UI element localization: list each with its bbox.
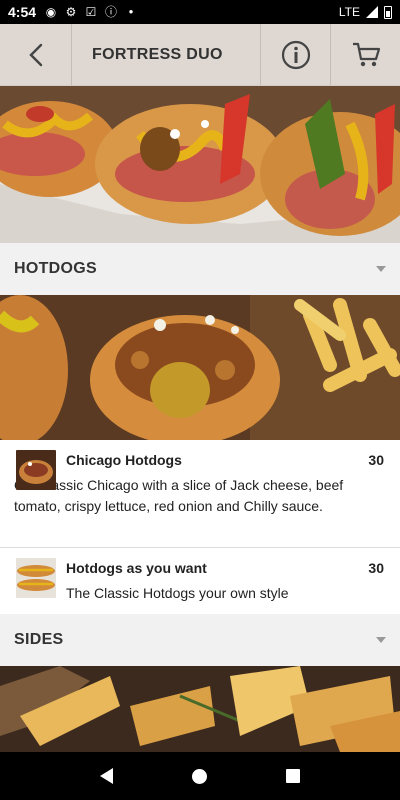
system-nav-bar xyxy=(0,752,400,800)
item-name: Chicago Hotdogs xyxy=(66,452,182,468)
item-description: Our classic Chicago with a slice of Jack… xyxy=(14,477,344,514)
info-icon: ⓘ xyxy=(105,5,118,19)
item-name: Hotdogs as you want xyxy=(66,560,207,576)
gear-icon: ⚙ xyxy=(65,5,77,19)
section-header-hotdogs[interactable]: HOTDOGS xyxy=(0,243,400,295)
section-label: HOTDOGS xyxy=(14,260,97,277)
menu-item-chicago-hotdogs[interactable]: Chicago Hotdogs 30 Our classic Chicago w… xyxy=(0,440,400,548)
info-button[interactable] xyxy=(260,24,330,85)
section-header-sides[interactable]: SIDES xyxy=(0,614,400,666)
cart-button[interactable] xyxy=(330,24,400,85)
back-triangle-icon[interactable] xyxy=(99,768,113,784)
section-image-sides xyxy=(0,666,400,752)
cart-icon xyxy=(352,42,380,66)
item-price: 30 xyxy=(368,452,384,468)
signal-icon xyxy=(366,6,378,18)
section-image-hotdogs xyxy=(0,295,400,440)
battery-icon xyxy=(384,5,392,19)
store-title: FORTRESS DUO xyxy=(92,45,223,63)
back-button[interactable] xyxy=(0,24,72,85)
item-description: The Classic Hotdogs your own style xyxy=(66,585,289,601)
app-header: FORTRESS DUO xyxy=(0,24,400,86)
status-time: 4:54 xyxy=(8,4,37,20)
section-label: SIDES xyxy=(14,631,64,648)
dot-icon: ● xyxy=(128,7,134,16)
item-thumbnail xyxy=(16,558,56,598)
chevron-left-icon xyxy=(28,43,42,66)
notification-icon: ◉ xyxy=(45,5,57,19)
item-price: 30 xyxy=(368,560,384,576)
caret-down-icon xyxy=(376,266,386,272)
menu-item-hotdogs-as-you-want[interactable]: Hotdogs as you want 30 The Classic Hotdo… xyxy=(0,548,400,614)
recents-square-icon[interactable] xyxy=(286,769,301,783)
home-circle-icon[interactable] xyxy=(191,768,207,784)
caret-down-icon xyxy=(376,637,386,643)
network-label: LTE xyxy=(338,5,360,19)
info-circle-icon xyxy=(281,40,310,69)
clipboard-check-icon: ☑ xyxy=(85,5,97,19)
status-bar: 4:54 ◉ ⚙ ☑ ⓘ ● LTE xyxy=(0,0,400,24)
item-thumbnail xyxy=(16,450,56,490)
